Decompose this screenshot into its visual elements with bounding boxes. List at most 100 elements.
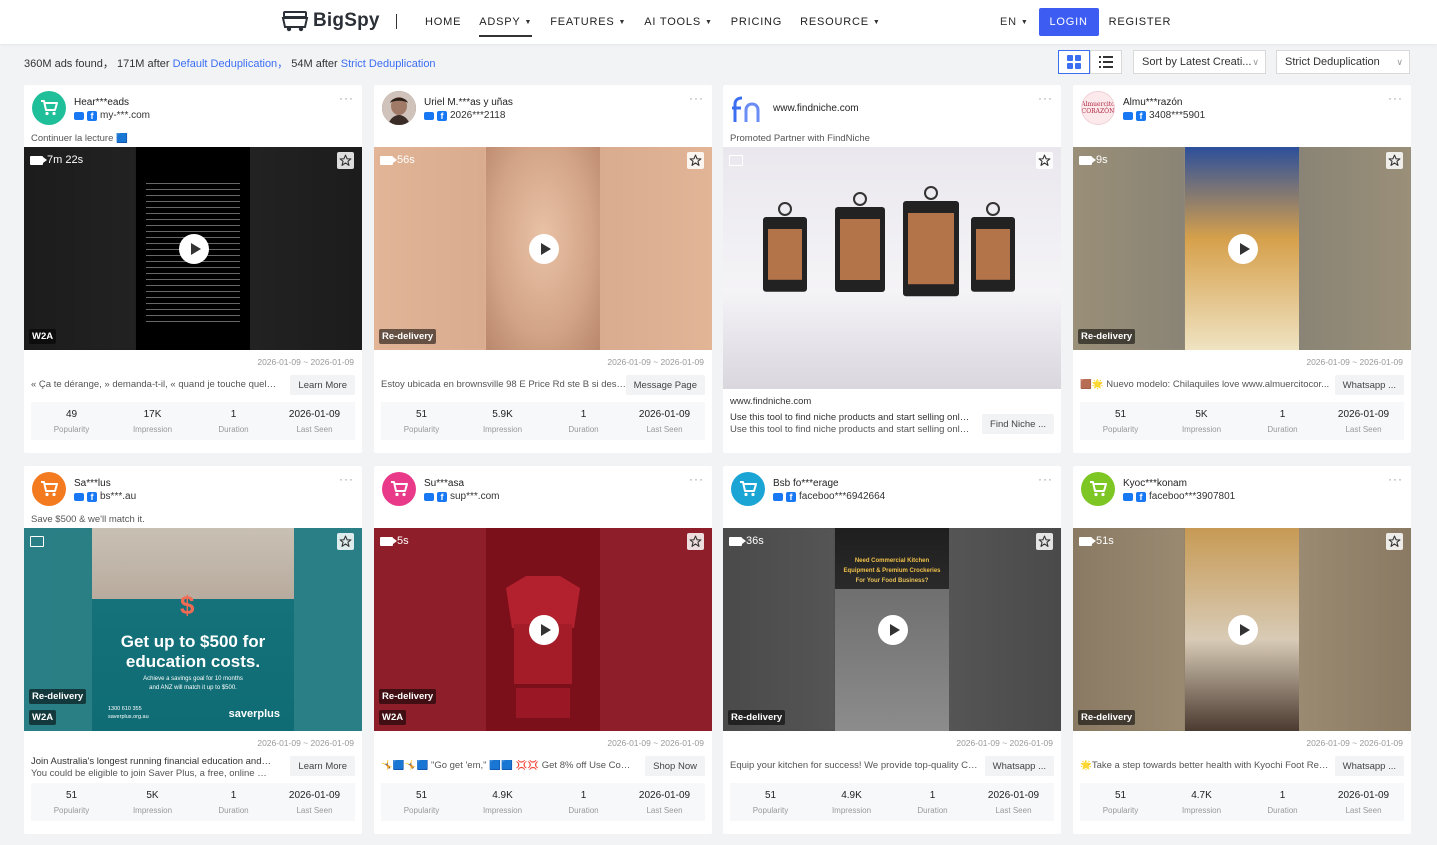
play-button-icon[interactable] — [878, 615, 908, 645]
ad-image-preview[interactable] — [723, 147, 1061, 389]
advertiser-name[interactable]: Almu***razón — [1123, 97, 1182, 108]
nav-features[interactable]: FEATURES ▼ — [550, 0, 626, 44]
ad-video-preview[interactable]: 51s Re-delivery — [1073, 528, 1411, 731]
language-selector[interactable]: EN ▼ — [1000, 16, 1029, 28]
more-options-icon[interactable]: ··· — [1388, 472, 1403, 486]
cta-button[interactable]: Whatsapp ... — [1334, 375, 1404, 395]
advertiser-avatar[interactable]: Almuercito CORAZÓN — [1081, 91, 1115, 125]
more-options-icon[interactable]: ··· — [339, 91, 354, 105]
ad-overlay-text: For Your Food Business? — [855, 578, 929, 584]
facebook-icon: f — [786, 491, 796, 502]
play-button-icon[interactable] — [1228, 234, 1258, 264]
ad-link-domain[interactable]: www.findniche.com — [730, 396, 811, 407]
ad-card[interactable]: Kyoc***konam f faceboo***3907801 ··· 51s Re-d… — [1073, 466, 1411, 834]
register-button[interactable]: REGISTER — [1109, 16, 1172, 28]
strict-dedup-link[interactable]: Strict Deduplication — [341, 58, 436, 70]
ad-video-preview[interactable]: 9s Re-delivery — [1073, 147, 1411, 350]
more-options-icon[interactable]: ··· — [1388, 91, 1403, 105]
results-toolbar: 360M ads found， 171M after Default Dedup… — [0, 44, 1437, 80]
advertiser-name[interactable]: www.findniche.com — [773, 103, 859, 114]
advertiser-name[interactable]: Kyoc***konam — [1123, 478, 1187, 489]
grid-view-button[interactable] — [1058, 50, 1090, 74]
stat-value: 2026-01-09 — [638, 790, 691, 801]
nav-resource[interactable]: RESOURCE ▼ — [800, 0, 880, 44]
advertiser-name[interactable]: Su***asa — [424, 478, 464, 489]
ad-small-line-1: Achieve a savings goal for 10 months — [143, 676, 243, 682]
stat-last-seen: 2026-01-09 Last Seen — [1323, 402, 1404, 440]
advertiser-avatar[interactable] — [382, 472, 416, 506]
video-duration: 7m 22s — [30, 154, 83, 166]
more-options-icon[interactable]: ··· — [689, 91, 704, 105]
ad-video-preview[interactable]: 7m 22s W2A — [24, 147, 362, 350]
dedup-select[interactable]: Strict Deduplication ∨ — [1276, 50, 1410, 74]
sort-select[interactable]: Sort by Latest Creati... ∨ — [1133, 50, 1266, 74]
cta-button[interactable]: Shop Now — [645, 756, 705, 776]
favorite-star-icon[interactable] — [1386, 152, 1403, 169]
ad-description: « Ça te dérange, » demanda-t-il, « quand… — [31, 379, 281, 390]
logo-text: BigSpy — [313, 10, 380, 31]
ad-card[interactable]: Sa***lus f bs***.au ··· Save $500 & we'll ma… — [24, 466, 362, 834]
play-button-icon[interactable] — [179, 234, 209, 264]
advertiser-avatar[interactable] — [731, 93, 765, 127]
nav-ai-tools[interactable]: AI TOOLS ▼ — [644, 0, 712, 44]
description-row: 🌟Take a step towards better health with … — [1080, 756, 1404, 776]
more-options-icon[interactable]: ··· — [689, 472, 704, 486]
stat-label: Popularity — [53, 425, 90, 434]
bigspy-logo[interactable]: BigSpy — [281, 9, 380, 33]
advertiser-avatar[interactable] — [382, 91, 416, 125]
stat-label: Popularity — [1102, 425, 1139, 434]
ad-video-preview[interactable]: 56s Re-delivery — [374, 147, 712, 350]
favorite-star-icon[interactable] — [1036, 533, 1053, 550]
favorite-star-icon[interactable] — [337, 152, 354, 169]
login-button[interactable]: LOGIN — [1038, 8, 1099, 36]
nav-pricing[interactable]: PRICING — [731, 0, 782, 44]
cta-button[interactable]: Whatsapp ... — [1334, 756, 1404, 776]
favorite-star-icon[interactable] — [687, 152, 704, 169]
ad-video-preview[interactable]: Need Commercial Kitchen Equipment & Premi… — [723, 528, 1061, 731]
play-button-icon[interactable] — [529, 615, 559, 645]
ad-card[interactable]: Uriel M.***as y uñas f 2026***2118 ··· 56s Re… — [374, 85, 712, 453]
default-dedup-link[interactable]: Default Deduplication， — [173, 58, 289, 70]
video-duration: 5s — [380, 535, 409, 547]
ad-card[interactable]: Almuercito CORAZÓN Almu***razón f 3408***590… — [1073, 85, 1411, 453]
more-options-icon[interactable]: ··· — [1038, 91, 1053, 105]
video-duration: 9s — [1079, 154, 1108, 166]
ad-card[interactable]: www.findniche.com ··· Promoted Partner wit… — [723, 85, 1061, 453]
nav-home[interactable]: HOME — [425, 0, 461, 44]
advertiser-avatar[interactable] — [731, 472, 765, 506]
advertiser-name[interactable]: Hear***eads — [74, 97, 129, 108]
stat-last-seen: 2026-01-09 Last Seen — [973, 783, 1054, 821]
play-button-icon[interactable] — [1228, 615, 1258, 645]
cta-button[interactable]: Message Page — [625, 375, 705, 395]
more-options-icon[interactable]: ··· — [1038, 472, 1053, 486]
ad-card[interactable]: Su***asa f sup***.com ··· 5s Re-delivery W2A 20… — [374, 466, 712, 834]
nav-label: ADSPY — [479, 16, 521, 28]
ad-video-preview[interactable]: 5s Re-delivery W2A — [374, 528, 712, 731]
favorite-star-icon[interactable] — [337, 533, 354, 550]
advertiser-name[interactable]: Bsb fo***erage — [773, 478, 839, 489]
cta-button[interactable]: Learn More — [290, 375, 355, 395]
more-options-icon[interactable]: ··· — [339, 472, 354, 486]
favorite-star-icon[interactable] — [1386, 533, 1403, 550]
advertiser-name[interactable]: Uriel M.***as y uñas — [424, 97, 513, 108]
play-button-icon[interactable] — [529, 234, 559, 264]
cta-button[interactable]: Whatsapp ... — [984, 756, 1054, 776]
cta-button[interactable]: Find Niche ... — [982, 414, 1054, 434]
cta-button[interactable]: Learn More — [290, 756, 355, 776]
advertiser-name[interactable]: Sa***lus — [74, 478, 111, 489]
description-row: Join Australia's longest running financi… — [31, 756, 355, 779]
favorite-star-icon[interactable] — [687, 533, 704, 550]
advertiser-avatar[interactable] — [32, 91, 66, 125]
advertiser-avatar[interactable] — [32, 472, 66, 506]
ad-card[interactable]: Hear***eads f my-***.com ··· Continuer la le… — [24, 85, 362, 453]
ad-primary-text: Save $500 & we'll match it. — [31, 514, 145, 525]
video-duration: 36s — [729, 535, 764, 547]
favorite-star-icon[interactable] — [1036, 152, 1053, 169]
stat-value: 51 — [415, 790, 428, 801]
ad-image-preview[interactable]: $ Get up to $500 for education costs. Achi… — [24, 528, 362, 731]
nav-adspy[interactable]: ADSPY ▼ — [479, 0, 533, 44]
list-view-button[interactable] — [1090, 50, 1122, 74]
advertiser-avatar[interactable] — [1081, 472, 1115, 506]
stat-label: Impression — [831, 806, 872, 815]
ad-card[interactable]: Bsb fo***erage f faceboo***6942664 ··· Need … — [723, 466, 1061, 834]
